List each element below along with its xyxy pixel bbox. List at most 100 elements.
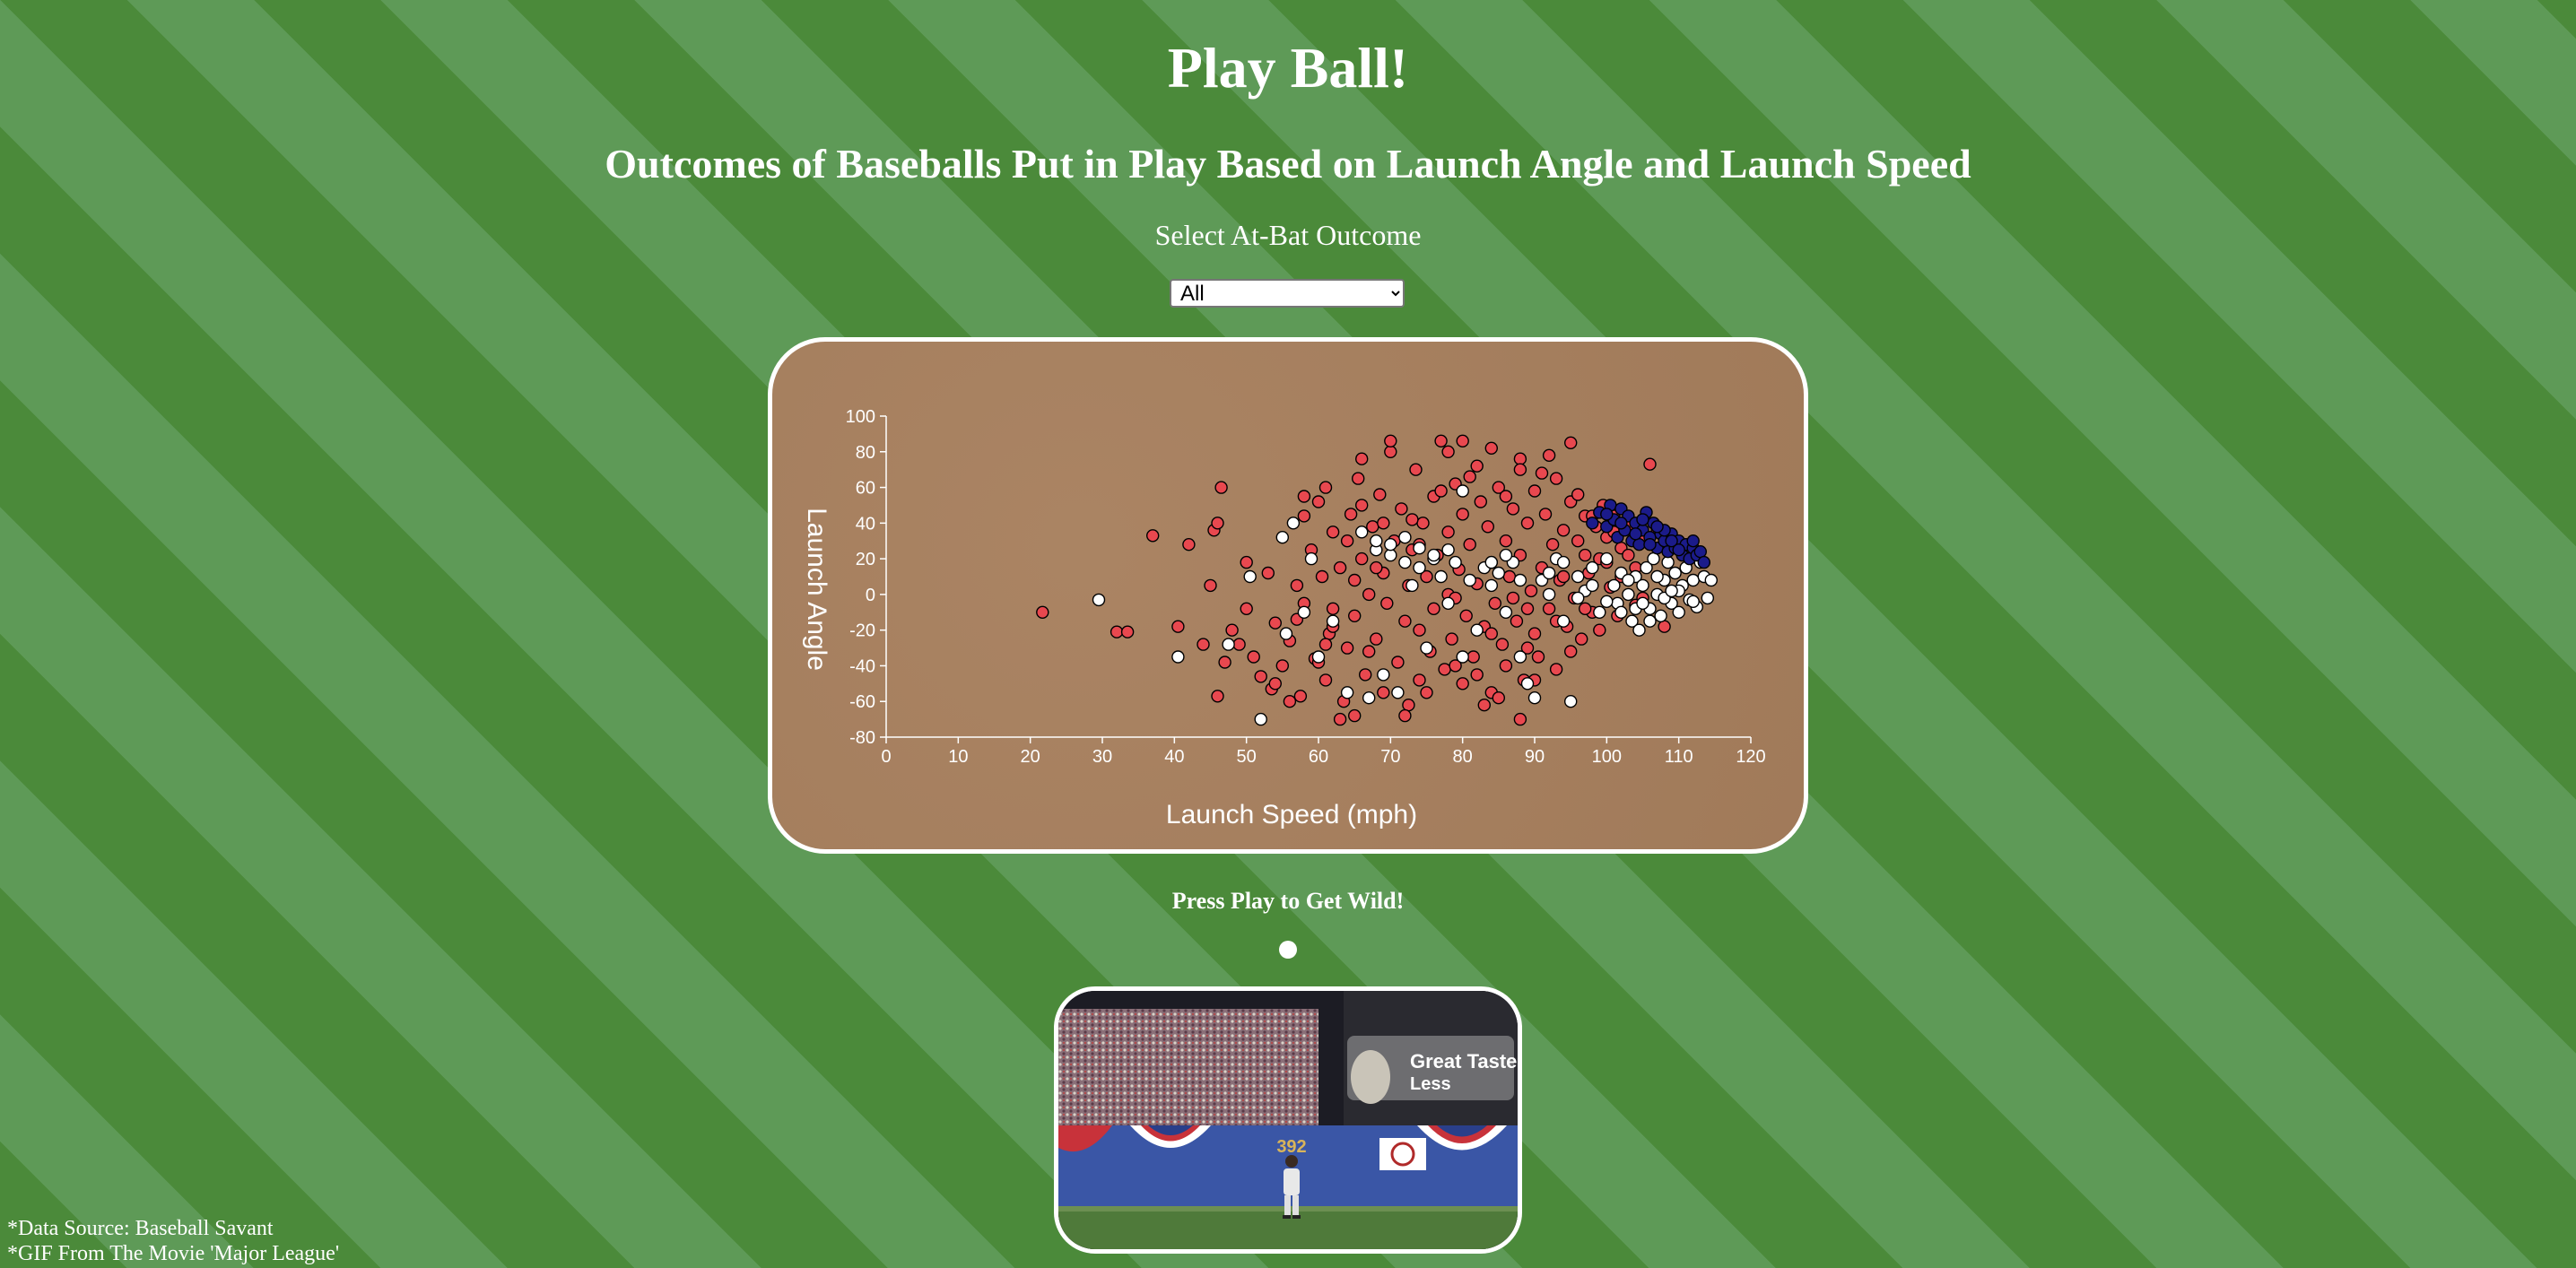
data-point — [1556, 524, 1571, 537]
data-point — [1413, 560, 1426, 575]
x-tick-label: 20 — [1021, 747, 1040, 767]
data-point — [1456, 484, 1469, 498]
data-point — [1275, 530, 1289, 544]
data-point — [1438, 663, 1451, 676]
data-point — [1474, 495, 1487, 508]
data-point — [1549, 663, 1563, 676]
major-league-gif: Great Taste Less 392 — [1054, 986, 1522, 1254]
data-point — [1456, 434, 1469, 448]
play-button[interactable] — [1279, 941, 1297, 959]
data-point — [1499, 534, 1513, 548]
data-point — [1355, 551, 1369, 566]
x-tick-label: 110 — [1665, 747, 1693, 767]
data-point — [1355, 452, 1369, 465]
scoreboard-number: 392 — [1276, 1137, 1306, 1157]
data-point — [1441, 543, 1455, 557]
y-tick-label: 20 — [856, 550, 875, 569]
data-point — [1279, 627, 1293, 640]
data-point — [1481, 520, 1494, 534]
x-tick-label: 90 — [1525, 747, 1545, 767]
data-point — [1542, 602, 1556, 615]
data-point — [1348, 609, 1362, 622]
data-point — [1391, 686, 1405, 699]
data-point — [1384, 445, 1397, 459]
data-point — [1463, 573, 1476, 587]
data-point — [1232, 638, 1246, 651]
data-point — [1211, 517, 1224, 530]
data-point — [1586, 517, 1599, 530]
data-point — [1211, 690, 1224, 703]
data-point — [1402, 699, 1415, 712]
data-point — [1344, 508, 1358, 521]
data-point — [1564, 645, 1578, 658]
data-point — [1470, 668, 1484, 682]
y-tick-label: -60 — [849, 692, 875, 712]
data-point — [1456, 650, 1469, 664]
play-prompt: Press Play to Get Wild! — [1171, 888, 1405, 914]
data-point — [1377, 517, 1390, 530]
data-point — [1600, 551, 1614, 566]
data-point — [1286, 517, 1301, 530]
data-point — [1366, 520, 1379, 534]
outcome-select[interactable]: All — [1170, 279, 1405, 308]
x-axis-title: Launch Speed (mph) — [1166, 800, 1417, 829]
data-point — [1499, 490, 1513, 503]
page-subtitle: Outcomes of Baseballs Put in Play Based … — [605, 141, 1971, 187]
y-tick-label: -80 — [849, 728, 875, 748]
y-tick-label: -40 — [849, 656, 875, 676]
y-tick-label: 100 — [846, 407, 875, 427]
data-point — [1254, 670, 1267, 683]
data-point — [1373, 488, 1387, 501]
data-point — [1535, 466, 1549, 480]
data-point — [1643, 457, 1657, 471]
sign-text-2: Less — [1410, 1074, 1451, 1094]
data-point — [1413, 623, 1426, 637]
data-point — [1686, 573, 1700, 587]
data-point — [1672, 605, 1685, 619]
data-point — [1247, 650, 1260, 664]
data-point — [1600, 595, 1614, 608]
data-point — [1222, 638, 1235, 651]
x-tick-label: 120 — [1736, 747, 1765, 767]
data-point — [1650, 569, 1664, 584]
data-point — [1268, 616, 1282, 630]
data-point — [1579, 602, 1592, 615]
data-point — [1377, 686, 1390, 699]
data-point — [1434, 484, 1448, 498]
data-point — [1254, 712, 1267, 726]
data-point — [1355, 525, 1369, 539]
x-tick-label: 80 — [1453, 747, 1473, 767]
data-point — [1146, 529, 1160, 543]
data-point — [1556, 555, 1571, 569]
data-point — [1398, 614, 1412, 628]
data-point — [1593, 623, 1606, 637]
data-point — [1513, 650, 1527, 664]
data-point — [1413, 673, 1426, 687]
data-point — [1413, 541, 1426, 555]
data-point — [1622, 587, 1635, 602]
data-point — [1492, 566, 1505, 580]
data-point — [1665, 534, 1678, 548]
data-point — [1693, 544, 1708, 559]
data-point — [1456, 677, 1469, 690]
data-point — [1445, 632, 1458, 646]
data-point — [1520, 677, 1535, 690]
data-point — [1632, 537, 1646, 551]
y-tick-label: 80 — [856, 443, 875, 463]
data-point — [1416, 517, 1430, 530]
data-point — [1304, 551, 1318, 566]
data-point — [1268, 677, 1282, 690]
page-title: Play Ball! — [1167, 36, 1409, 100]
data-point — [1470, 623, 1484, 637]
data-point — [1586, 578, 1599, 593]
data-source-note: *Data Source: Baseball Savant — [7, 1217, 274, 1240]
data-point — [1571, 534, 1585, 548]
data-point — [1556, 569, 1571, 584]
data-point — [1391, 656, 1405, 669]
data-point — [1420, 686, 1433, 699]
data-point — [1275, 659, 1289, 673]
data-point — [1484, 578, 1498, 593]
sign-text-1: Great Taste — [1410, 1050, 1517, 1073]
data-point — [1564, 436, 1578, 450]
data-point — [1484, 627, 1498, 640]
